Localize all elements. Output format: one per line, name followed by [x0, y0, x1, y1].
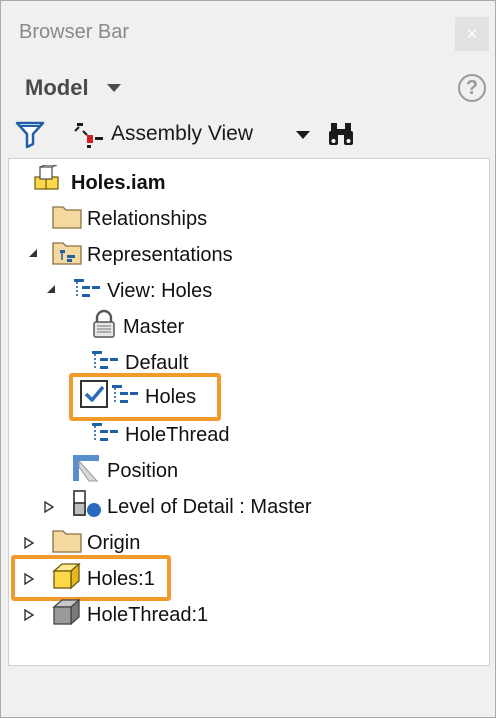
- lock-icon: [89, 309, 119, 345]
- design-view-icon: [71, 273, 103, 309]
- tree-label-representations: Representations: [87, 243, 233, 266]
- tree-node-holes-part[interactable]: Holes:1: [51, 561, 155, 597]
- tree-node-position[interactable]: Position: [71, 455, 178, 487]
- tree-label-level-of-detail: Level of Detail : Master: [107, 495, 312, 518]
- tree-node-view-holes[interactable]: View: Holes: [71, 275, 212, 307]
- folder-icon: [51, 201, 83, 237]
- expand-arrow-icon[interactable]: [23, 537, 35, 549]
- collapse-arrow-icon[interactable]: [27, 247, 39, 259]
- tree-label-view-holes: View: Holes: [107, 279, 213, 302]
- tree-node-holethread-part[interactable]: HoleThread:1: [51, 597, 209, 633]
- tree-node-representations[interactable]: Representations: [51, 239, 233, 271]
- toolbar: Assembly View: [1, 115, 495, 155]
- model-tree: Holes.iam Relationships Representations …: [8, 158, 490, 666]
- expand-arrow-icon[interactable]: [23, 609, 35, 621]
- tree-label-holes-part: Holes:1: [87, 567, 155, 590]
- title-bar: Browser Bar ×: [1, 1, 495, 63]
- tree-label-root: Holes.iam: [71, 171, 166, 194]
- level-of-detail-icon: [71, 489, 103, 525]
- binoculars-icon[interactable]: [326, 119, 356, 154]
- design-view-icon: [109, 379, 141, 415]
- tree-label-holethread-part: HoleThread:1: [87, 603, 209, 626]
- checkmark-icon[interactable]: [79, 379, 109, 415]
- expand-arrow-icon[interactable]: [23, 573, 35, 585]
- window-title: Browser Bar: [19, 21, 130, 43]
- tree-node-root[interactable]: Holes.iam: [33, 164, 166, 201]
- help-icon[interactable]: ?: [458, 74, 486, 102]
- tree-label-position: Position: [107, 459, 179, 482]
- tree-node-relationships[interactable]: Relationships: [51, 203, 207, 235]
- tree-label-holethread-view: HoleThread: [125, 423, 230, 446]
- tree-label-holes-view: Holes: [145, 385, 197, 408]
- tree-node-master[interactable]: Master: [89, 309, 185, 345]
- view-dropdown-chevron-icon[interactable]: [296, 131, 310, 139]
- part-icon: [51, 561, 83, 597]
- tree-label-relationships: Relationships: [87, 207, 208, 230]
- representations-folder-icon: [51, 237, 83, 273]
- collapse-arrow-icon[interactable]: [45, 283, 57, 295]
- assembly-view-label[interactable]: Assembly View: [111, 122, 253, 146]
- tree-node-holes-view[interactable]: Holes: [79, 379, 197, 415]
- filter-icon[interactable]: [15, 119, 45, 154]
- assembly-icon: [33, 164, 67, 201]
- model-label: Model: [25, 75, 89, 100]
- model-dropdown[interactable]: Model: [1, 67, 495, 107]
- tree-label-master: Master: [123, 315, 185, 338]
- tree-label-origin: Origin: [87, 531, 141, 554]
- close-button[interactable]: ×: [455, 17, 489, 51]
- tree-node-holethread-view[interactable]: HoleThread: [89, 419, 230, 451]
- assembly-view-icon[interactable]: [73, 119, 107, 154]
- chevron-down-icon: [107, 84, 121, 92]
- close-icon: ×: [466, 23, 478, 44]
- tree-label-default: Default: [125, 351, 189, 374]
- design-view-icon: [89, 417, 121, 453]
- tree-node-level-of-detail[interactable]: Level of Detail : Master: [71, 489, 312, 525]
- bottom-strip: [1, 669, 495, 717]
- position-icon: [71, 453, 103, 489]
- part-icon: [51, 597, 83, 633]
- browser-bar-window: Browser Bar × Model ? Assembly View Hole…: [0, 0, 496, 718]
- expand-arrow-icon[interactable]: [43, 501, 55, 513]
